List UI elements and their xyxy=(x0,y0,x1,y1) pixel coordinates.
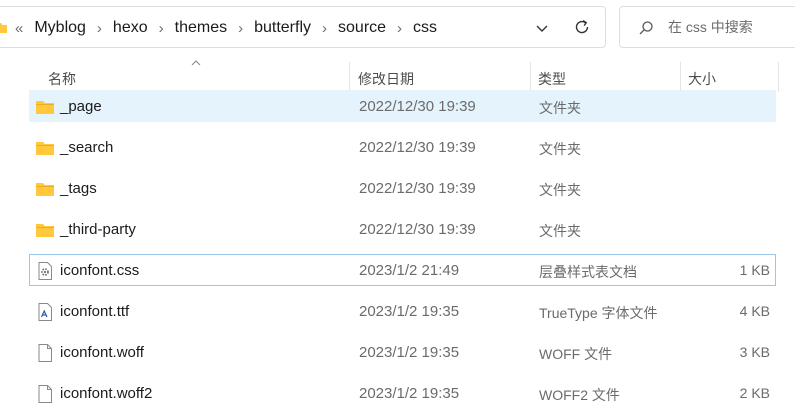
file-modified: 2022/12/30 19:39 xyxy=(359,98,476,115)
chevron-right-icon[interactable]: › xyxy=(397,20,402,37)
folder-icon xyxy=(0,23,7,33)
breadcrumb: « Myblog › hexo › themes › butterfly › s… xyxy=(15,18,437,38)
column-header-name-label: 名称 xyxy=(48,71,76,87)
breadcrumb-item[interactable]: themes xyxy=(175,19,227,37)
file-row[interactable]: _search 2022/12/30 19:39 文件夹 xyxy=(29,131,776,163)
font-file-icon xyxy=(38,303,52,321)
refresh-icon[interactable] xyxy=(573,18,591,36)
css-file-icon xyxy=(38,262,52,280)
breadcrumb-item[interactable]: Myblog xyxy=(34,19,86,37)
column-header-modified-label: 修改日期 xyxy=(358,71,414,87)
file-type: 文件夹 xyxy=(539,182,581,198)
file-modified: 2022/12/30 19:39 xyxy=(359,180,476,197)
file-type: 文件夹 xyxy=(539,141,581,157)
search-input[interactable] xyxy=(668,17,795,37)
column-header-size-label: 大小 xyxy=(688,71,716,87)
file-row[interactable]: iconfont.woff2 2023/1/2 19:35 WOFF2 文件 2… xyxy=(29,377,776,409)
column-divider[interactable] xyxy=(778,62,779,92)
file-row[interactable]: _tags 2022/12/30 19:39 文件夹 xyxy=(29,172,776,204)
chevron-right-icon[interactable]: › xyxy=(159,20,164,37)
column-header-name[interactable]: 名称 xyxy=(48,62,348,92)
file-type: 文件夹 xyxy=(539,100,581,116)
file-size: 3 KB xyxy=(739,344,770,360)
column-divider[interactable] xyxy=(530,62,531,92)
column-header-modified[interactable]: 修改日期 xyxy=(358,62,528,92)
chevron-right-icon[interactable]: › xyxy=(238,20,243,37)
breadcrumb-item-current[interactable]: css xyxy=(413,19,437,37)
file-modified: 2023/1/2 21:49 xyxy=(359,262,460,279)
file-name: iconfont.css xyxy=(60,262,140,279)
search-box[interactable] xyxy=(619,6,795,48)
breadcrumb-item[interactable]: hexo xyxy=(113,19,148,37)
file-name: _search xyxy=(60,139,114,156)
file-size: 2 KB xyxy=(739,385,770,401)
file-name: iconfont.ttf xyxy=(60,303,130,320)
chevron-right-icon[interactable]: › xyxy=(97,20,102,37)
file-modified: 2023/1/2 19:35 xyxy=(359,385,460,402)
file-modified: 2023/1/2 19:35 xyxy=(359,303,460,320)
chevron-down-icon[interactable] xyxy=(535,21,549,35)
column-header-type[interactable]: 类型 xyxy=(538,62,678,92)
file-type: WOFF 文件 xyxy=(539,346,613,362)
file-name: iconfont.woff xyxy=(60,344,144,361)
file-name: _page xyxy=(60,98,102,115)
column-header-size[interactable]: 大小 xyxy=(688,62,778,92)
file-name: _tags xyxy=(60,180,97,197)
file-icon xyxy=(38,385,52,403)
column-header-type-label: 类型 xyxy=(538,71,566,87)
breadcrumb-item[interactable]: butterfly xyxy=(254,19,311,37)
vertical-scrollbar[interactable] xyxy=(787,92,795,414)
address-bar[interactable]: « Myblog › hexo › themes › butterfly › s… xyxy=(0,6,606,48)
folder-icon xyxy=(36,142,54,155)
file-size: 1 KB xyxy=(739,262,770,278)
file-modified: 2022/12/30 19:39 xyxy=(359,221,476,238)
file-type: TrueType 字体文件 xyxy=(539,305,658,321)
file-row[interactable]: iconfont.ttf 2023/1/2 19:35 TrueType 字体文… xyxy=(29,295,776,327)
folder-icon xyxy=(36,224,54,237)
file-row[interactable]: iconfont.woff 2023/1/2 19:35 WOFF 文件 3 K… xyxy=(29,336,776,368)
column-divider[interactable] xyxy=(680,62,681,92)
breadcrumb-overflow-button[interactable]: « xyxy=(15,20,23,37)
column-divider[interactable] xyxy=(349,62,350,92)
search-icon xyxy=(639,21,653,35)
chevron-right-icon[interactable]: › xyxy=(322,20,327,37)
file-row[interactable]: _page 2022/12/30 19:39 文件夹 xyxy=(29,90,776,122)
file-modified: 2023/1/2 19:35 xyxy=(359,344,460,361)
file-row[interactable]: iconfont.css 2023/1/2 21:49 层叠样式表文档 1 KB xyxy=(29,254,776,286)
file-type: WOFF2 文件 xyxy=(539,387,620,403)
folder-icon xyxy=(36,101,54,114)
file-icon xyxy=(38,344,52,362)
file-name: iconfont.woff2 xyxy=(60,385,153,402)
file-size: 4 KB xyxy=(739,303,770,319)
file-row[interactable]: _third-party 2022/12/30 19:39 文件夹 xyxy=(29,213,776,245)
folder-icon xyxy=(36,183,54,196)
file-type: 文件夹 xyxy=(539,223,581,239)
file-modified: 2022/12/30 19:39 xyxy=(359,139,476,156)
file-name: _third-party xyxy=(60,221,136,238)
file-type: 层叠样式表文档 xyxy=(539,264,637,280)
breadcrumb-item[interactable]: source xyxy=(338,19,386,37)
